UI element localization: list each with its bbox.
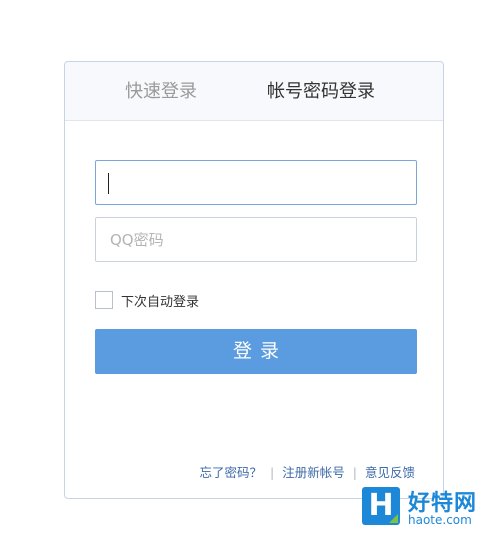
site-watermark: H 好特网 haote.com (362, 487, 500, 531)
text-caret (108, 173, 109, 194)
tab-password-login[interactable]: 帐号密码登录 (267, 80, 375, 104)
feedback-link[interactable]: 意见反馈 (365, 464, 415, 482)
footer-links: 忘了密码？ | 注册新帐号 | 意见反馈 (200, 464, 415, 482)
auto-login-checkbox[interactable] (95, 291, 113, 309)
login-panel: 快速登录 帐号密码登录 下次自动登录 登录 忘了密码？ | 注册新帐号 | 意见… (64, 61, 444, 499)
account-input[interactable] (96, 161, 416, 204)
auto-login-option[interactable]: 下次自动登录 (95, 289, 199, 311)
password-input[interactable] (96, 218, 416, 261)
watermark-url: haote.com (408, 513, 472, 527)
watermark-logo-icon: H (362, 487, 400, 525)
login-button[interactable]: 登录 (95, 329, 417, 374)
login-tab-bar: 快速登录 帐号密码登录 (65, 62, 443, 121)
footer-separator: | (352, 465, 357, 480)
forgot-password-link[interactable]: 忘了密码？ (200, 464, 263, 482)
password-field[interactable] (95, 217, 417, 262)
register-link[interactable]: 注册新帐号 (282, 464, 345, 482)
watermark-logo-accent (389, 514, 398, 523)
tab-quick-login[interactable]: 快速登录 (125, 80, 197, 104)
auto-login-label: 下次自动登录 (121, 294, 200, 310)
account-field[interactable] (95, 160, 417, 205)
footer-separator: | (270, 465, 275, 480)
